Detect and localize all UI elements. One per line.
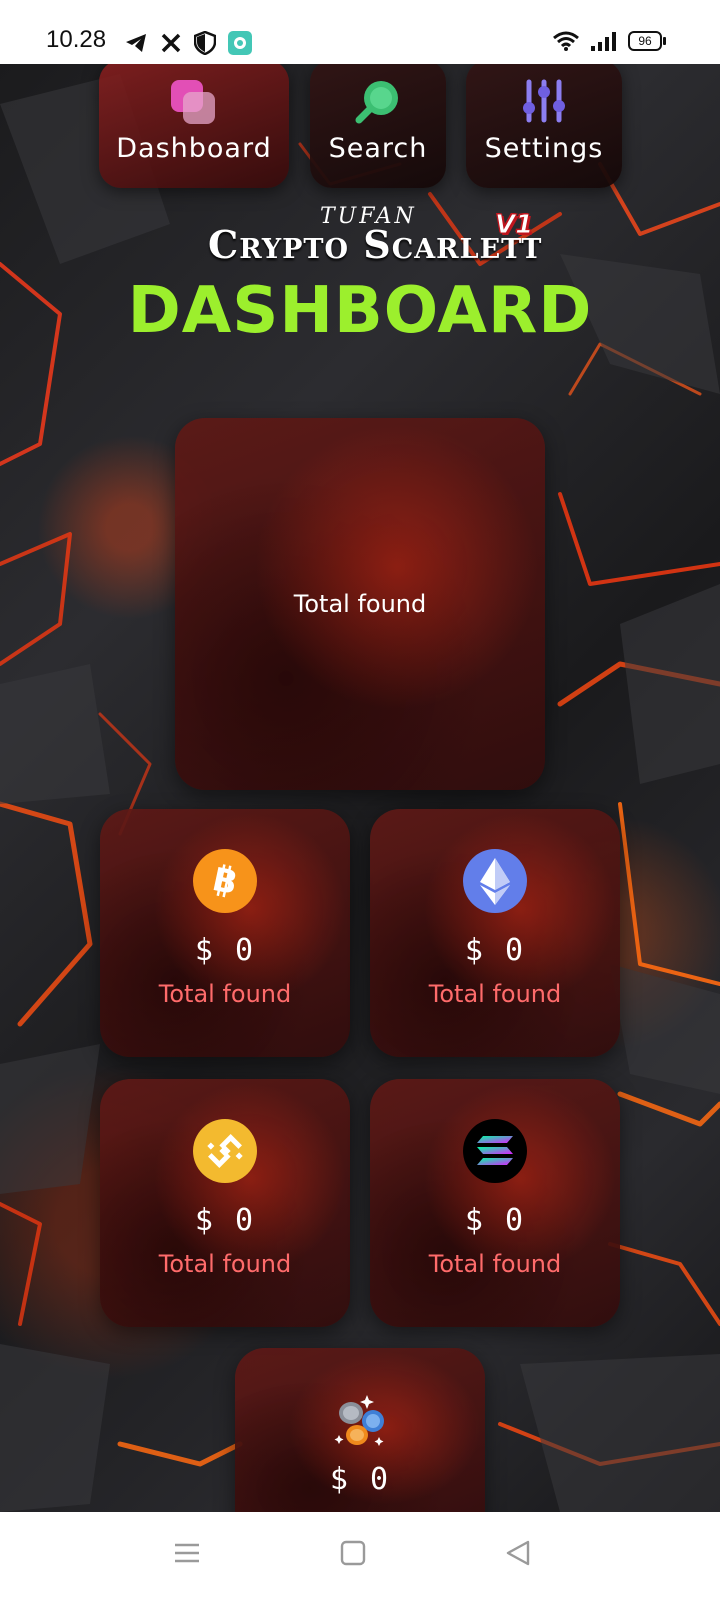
brand-main-text: Crypto Scarlett: [208, 222, 543, 267]
back-icon[interactable]: [505, 1540, 531, 1566]
nav-dashboard-label: Dashboard: [116, 133, 272, 164]
bnb-card: $ 0 Total found: [100, 1079, 350, 1327]
nav-dashboard-button[interactable]: Dashboard: [99, 64, 289, 188]
signal-icon: [591, 32, 616, 51]
total-summary-card: Total found: [175, 418, 545, 790]
solana-label: Total found: [428, 1250, 562, 1278]
shield-icon: [194, 31, 216, 55]
ethereum-label: Total found: [428, 980, 562, 1008]
solana-value: $ 0: [464, 1203, 526, 1238]
system-nav-bar: [0, 1512, 720, 1600]
ethereum-value: $ 0: [464, 933, 526, 968]
status-bar: 10.28 96: [0, 0, 720, 64]
nav-settings-button[interactable]: Settings: [466, 64, 622, 188]
search-icon: [355, 81, 398, 124]
status-right-icons: 96: [552, 30, 666, 52]
nav-search-label: Search: [328, 133, 428, 164]
other-coins-value: $ 0: [329, 1462, 391, 1497]
battery-icon: 96: [628, 31, 666, 51]
other-coins-card: $ 0: [235, 1348, 485, 1512]
wifi-icon: [553, 31, 579, 51]
ethereum-icon: [463, 849, 527, 913]
settings-sliders-icon: [523, 79, 565, 123]
bnb-icon: [193, 1119, 257, 1183]
total-summary-label: Total found: [293, 590, 427, 618]
home-icon[interactable]: [340, 1540, 366, 1566]
top-nav: Dashboard Search Settings: [0, 64, 720, 194]
app-screen: Dashboard Search Settings TUFAN Crypto S…: [0, 64, 720, 1512]
status-time: 10.28: [46, 26, 107, 53]
nav-settings-label: Settings: [484, 133, 604, 164]
bitcoin-value: $ 0: [194, 933, 256, 968]
menu-icon[interactable]: [174, 1540, 200, 1566]
brand-version: V1: [494, 210, 534, 241]
bitcoin-card: B $ 0 Total found: [100, 809, 350, 1057]
bitcoin-icon: B: [193, 849, 257, 913]
bnb-value: $ 0: [194, 1203, 256, 1238]
bitcoin-label: Total found: [158, 980, 292, 1008]
bnb-label: Total found: [158, 1250, 292, 1278]
solana-card: $ 0 Total found: [370, 1079, 620, 1327]
telegram-icon: [126, 34, 146, 52]
status-left-icons: [124, 31, 252, 55]
dashboard-icon: [171, 80, 215, 124]
app-icon: [228, 31, 252, 55]
x-icon: [161, 33, 181, 53]
solana-icon: [463, 1119, 527, 1183]
page-title: DASHBOARD: [127, 274, 593, 348]
coins-icon: [328, 1388, 392, 1452]
nav-search-button[interactable]: Search: [310, 64, 446, 188]
ethereum-card: $ 0 Total found: [370, 809, 620, 1057]
